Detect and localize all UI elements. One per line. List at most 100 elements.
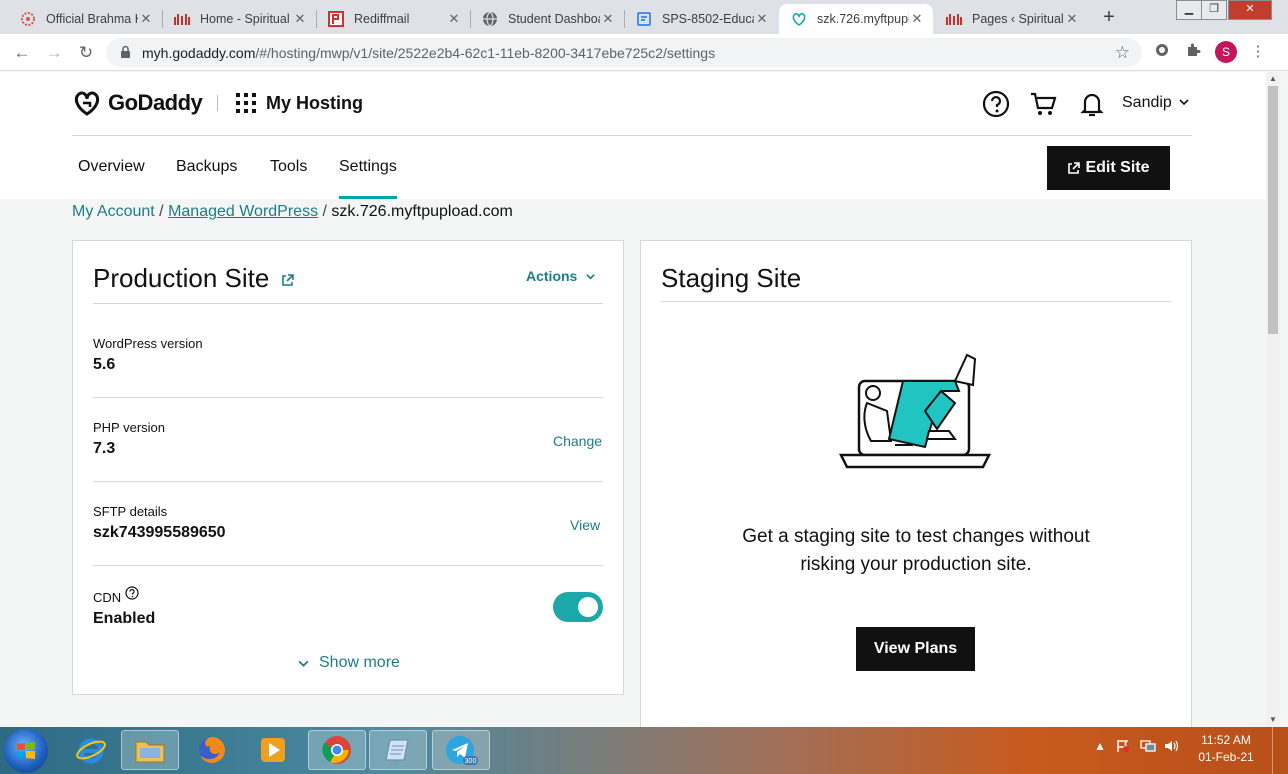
- close-icon[interactable]: ✕: [600, 11, 616, 27]
- site-favicon: [174, 11, 190, 27]
- minimize-button[interactable]: ▁: [1176, 0, 1202, 20]
- staging-description-line1: Get a staging site to test changes witho…: [742, 526, 1090, 547]
- close-icon[interactable]: ✕: [1064, 11, 1080, 27]
- help-icon[interactable]: [125, 586, 139, 600]
- site-header: GoDaddy My Hosting Sandip Overview Backu…: [0, 72, 1266, 199]
- tab-title: Home - Spiritual: [200, 12, 290, 26]
- window-close-button[interactable]: ✕: [1228, 0, 1272, 20]
- divider: [93, 481, 603, 482]
- internet-explorer-icon[interactable]: [62, 730, 120, 770]
- bookmark-star-icon[interactable]: ☆: [1115, 43, 1130, 63]
- divider: [661, 301, 1171, 302]
- url-field[interactable]: myh.godaddy.com/#/hosting/mwp/v1/site/25…: [106, 38, 1142, 67]
- logo-text: GoDaddy: [108, 90, 203, 115]
- sftp-details-label: SFTP details: [93, 504, 168, 519]
- browser-tab[interactable]: Pages ‹ Spiritual ✕: [934, 4, 1088, 34]
- clock-date: 01-Feb-21: [1198, 750, 1254, 764]
- close-icon[interactable]: ✕: [292, 11, 308, 27]
- tab-tools[interactable]: Tools: [270, 158, 307, 176]
- browser-tab[interactable]: Official Brahma K ✕: [8, 4, 162, 34]
- start-button[interactable]: [4, 729, 48, 773]
- browser-menu-icon[interactable]: ⋮: [1248, 42, 1268, 62]
- forward-icon[interactable]: →: [42, 41, 66, 65]
- file-explorer-icon[interactable]: [121, 730, 179, 770]
- browser-tab-bar: Official Brahma K ✕ Home - Spiritual ✕ R…: [0, 0, 1288, 34]
- staging-description-line2: risking your production site.: [800, 554, 1032, 575]
- telegram-icon[interactable]: 300: [432, 730, 490, 770]
- close-icon[interactable]: ✕: [446, 11, 462, 27]
- godaddy-logo[interactable]: GoDaddy: [72, 89, 203, 117]
- staging-site-card: Staging Site Get a staging site to test …: [640, 240, 1192, 727]
- view-plans-button[interactable]: View Plans: [856, 627, 975, 671]
- new-tab-button[interactable]: +: [1096, 5, 1122, 29]
- edit-site-button[interactable]: Edit Site: [1047, 146, 1170, 190]
- scroll-down-arrow-icon[interactable]: ▼: [1266, 713, 1280, 727]
- divider: [93, 303, 603, 304]
- close-icon[interactable]: ✕: [754, 11, 770, 27]
- extensions-puzzle-icon[interactable]: [1183, 42, 1203, 62]
- browser-tab[interactable]: Home - Spiritual ✕: [162, 4, 316, 34]
- page-scrollbar[interactable]: ▲ ▼: [1266, 72, 1280, 727]
- maximize-button[interactable]: ❐: [1201, 0, 1227, 20]
- sftp-username-value: szk743995589650: [93, 524, 226, 541]
- globe-icon: [482, 11, 498, 27]
- notifications-bell-icon[interactable]: [1078, 90, 1106, 118]
- action-center-flag-icon[interactable]: [1116, 739, 1130, 756]
- cdn-label-text: CDN: [93, 590, 122, 605]
- view-sftp-link[interactable]: View: [570, 517, 600, 533]
- tab-title: Official Brahma K: [46, 12, 138, 26]
- browser-tab-active[interactable]: szk.726.myftpupl ✕: [779, 4, 933, 34]
- external-link-icon[interactable]: [281, 274, 294, 287]
- windows-logo-icon: [17, 742, 35, 759]
- show-hidden-icons-icon[interactable]: ▲: [1094, 739, 1106, 753]
- cart-icon[interactable]: [1029, 90, 1057, 118]
- tab-backups[interactable]: Backups: [176, 158, 237, 176]
- help-icon[interactable]: [982, 90, 1010, 118]
- edit-site-label: Edit Site: [1085, 159, 1150, 176]
- tab-overview[interactable]: Overview: [78, 158, 145, 176]
- system-clock[interactable]: 11:52 AM 01-Feb-21: [1190, 732, 1262, 766]
- wordpress-version-label: WordPress version: [93, 336, 203, 351]
- production-site-title-text: Production Site: [93, 263, 270, 293]
- browser-tab[interactable]: Student Dashboa ✕: [470, 4, 624, 34]
- cdn-toggle[interactable]: [553, 592, 603, 622]
- product-title[interactable]: My Hosting: [266, 93, 363, 114]
- lock-icon: [120, 45, 131, 64]
- notepad-app-icon[interactable]: [369, 730, 427, 770]
- url-path: /#/hosting/mwp/v1/site/2522e2b4-62c1-11e…: [255, 45, 716, 61]
- show-more-button[interactable]: Show more: [297, 654, 400, 672]
- close-icon[interactable]: ✕: [909, 11, 925, 27]
- toggle-knob: [578, 597, 598, 617]
- change-php-link[interactable]: Change: [553, 433, 602, 449]
- browser-tab[interactable]: SPS-8502-Educat ✕: [624, 4, 778, 34]
- production-site-card: Production Site Actions WordPress versio…: [72, 240, 624, 695]
- production-site-title[interactable]: Production Site: [93, 263, 294, 294]
- chevron-down-icon[interactable]: [1178, 95, 1190, 113]
- scroll-thumb[interactable]: [1268, 86, 1278, 334]
- volume-icon[interactable]: [1164, 739, 1180, 756]
- firefox-icon[interactable]: [183, 730, 241, 770]
- doc-icon: [636, 11, 652, 27]
- close-icon[interactable]: ✕: [138, 11, 154, 27]
- staging-illustration: [838, 353, 992, 469]
- user-menu[interactable]: Sandip: [1122, 94, 1172, 112]
- scroll-up-arrow-icon[interactable]: ▲: [1266, 72, 1280, 86]
- rediff-icon: [328, 11, 344, 27]
- breadcrumb-my-account[interactable]: My Account: [72, 203, 155, 220]
- profile-avatar[interactable]: S: [1215, 41, 1237, 63]
- extension-circle-icon[interactable]: [1152, 42, 1172, 62]
- reload-icon[interactable]: ↻: [74, 41, 98, 65]
- apps-grid-icon[interactable]: [235, 92, 257, 119]
- back-icon[interactable]: ←: [10, 41, 34, 65]
- windows-taskbar: 300 ▲ 11:52 AM 01-Feb-21: [0, 727, 1288, 774]
- breadcrumb-managed-wordpress[interactable]: Managed WordPress: [168, 203, 318, 220]
- actions-dropdown[interactable]: Actions: [526, 268, 596, 284]
- tab-settings[interactable]: Settings: [339, 158, 397, 176]
- show-desktop-button[interactable]: [1272, 727, 1288, 774]
- browser-tab[interactable]: Rediffmail ✕: [316, 4, 470, 34]
- network-icon[interactable]: [1140, 739, 1156, 756]
- media-player-icon[interactable]: [244, 730, 302, 770]
- breadcrumb-separator: /: [322, 203, 327, 220]
- page-content: GoDaddy My Hosting Sandip Overview Backu…: [0, 72, 1266, 727]
- chrome-icon[interactable]: [308, 730, 366, 770]
